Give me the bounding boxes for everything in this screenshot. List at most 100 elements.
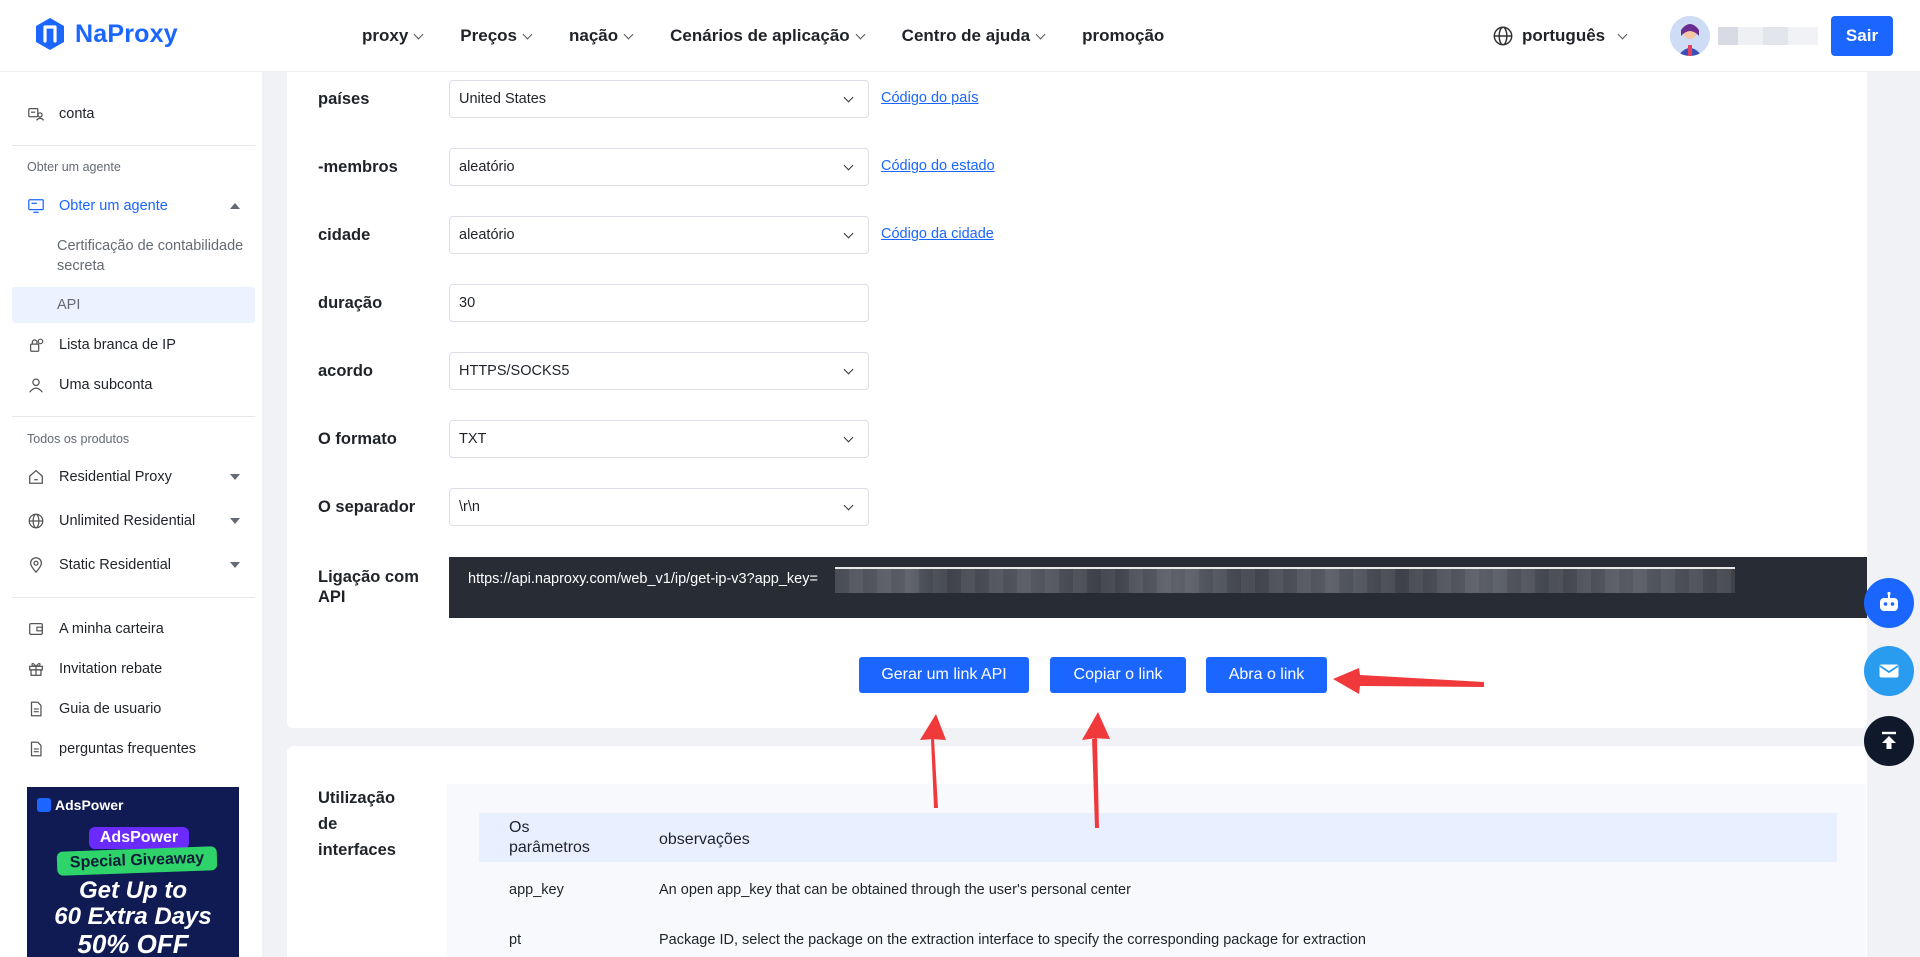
state-select[interactable]: aleatório — [449, 148, 869, 186]
ad-pill: AdsPower — [89, 827, 189, 849]
table-row-note: An open app_key that can be obtained thr… — [659, 882, 1131, 898]
chevron-down-icon — [843, 432, 854, 443]
sidebar-item-label: Invitation rebate — [59, 661, 163, 677]
sidebar-item-wallet[interactable]: A minha carteira — [12, 611, 255, 647]
city-code-link[interactable]: Código da cidade — [881, 226, 994, 242]
gift-icon — [29, 662, 43, 676]
naproxy-logo-icon — [36, 18, 64, 50]
main-nav: proxy Preços nação Cenários de aplicação… — [362, 0, 1202, 72]
separator-label: O separador — [318, 498, 416, 516]
sidebar-item-label: perguntas frequentes — [59, 741, 197, 757]
nav-scenarios[interactable]: Cenários de aplicação — [670, 26, 866, 46]
sidebar-item-account[interactable]: conta — [12, 96, 255, 132]
nav-proxy[interactable]: proxy — [362, 26, 424, 46]
document-icon — [30, 741, 42, 757]
sidebar-item-label: Guia de usuario — [59, 701, 162, 717]
ad-line-1: Get Up to — [79, 877, 187, 904]
state-label: -membros — [318, 158, 398, 176]
logout-button[interactable]: Sair — [1831, 16, 1893, 56]
protocol-select[interactable]: HTTPS/SOCKS5 — [449, 352, 869, 390]
username-masked — [1718, 27, 1818, 45]
home-icon — [29, 469, 43, 484]
lock-icon — [29, 338, 44, 352]
sidebar-item-secret-cert[interactable]: Certificação de contabilidade secreta — [12, 234, 255, 278]
generate-api-link-button[interactable]: Gerar um link API — [859, 657, 1029, 693]
globe-icon — [28, 513, 44, 529]
country-select[interactable]: United States — [449, 80, 869, 118]
table-row-param: app_key — [509, 882, 564, 898]
caret-down-icon — [230, 518, 240, 524]
sidebar-item-label: Lista branca de IP — [59, 337, 176, 353]
column-header-params: Os parâmetros — [509, 819, 590, 856]
duration-input[interactable]: 30 — [449, 284, 869, 322]
sidebar-item-label: Certificação de contabilidade secreta — [57, 238, 244, 274]
arrow-to-top-icon — [1882, 731, 1896, 749]
monitor-icon — [28, 199, 44, 213]
copy-link-button[interactable]: Copiar o link — [1050, 657, 1186, 693]
interface-usage-title: Utilização de interfaces — [318, 789, 396, 859]
ad-giveaway: Special Giveaway — [56, 846, 218, 876]
sidebar-item-label: Uma subconta — [59, 377, 153, 393]
chevron-down-icon — [843, 228, 854, 239]
brand-name: NaProxy — [75, 19, 178, 48]
chevron-down-icon — [522, 29, 533, 39]
table-row-param: pt — [509, 932, 522, 948]
brand-logo[interactable]: NaProxy — [32, 16, 178, 52]
robot-icon — [1880, 591, 1898, 611]
format-select[interactable]: TXT — [449, 420, 869, 458]
nav-pricing[interactable]: Preços — [460, 26, 533, 46]
sidebar-divider — [12, 597, 255, 598]
caret-up-icon — [230, 203, 240, 209]
protocol-label: acordo — [318, 362, 374, 380]
nav-nation[interactable]: nação — [569, 26, 634, 46]
state-code-link[interactable]: Código do estado — [881, 158, 995, 174]
sidebar-item-faq[interactable]: perguntas frequentes — [12, 731, 255, 767]
ad-line-2: 60 Extra Days — [54, 903, 212, 930]
sidebar-item-label: Unlimited Residential — [59, 513, 196, 529]
sidebar-item-static-residential[interactable]: Static Residential — [12, 547, 255, 583]
nav-help-center[interactable]: Centro de ajuda — [902, 26, 1046, 46]
globe-icon — [1493, 26, 1513, 46]
adspower-promo-banner[interactable]: AdsPower AdsPower Special Giveaway Get U… — [27, 787, 239, 957]
sidebar-item-api[interactable]: API — [12, 287, 255, 323]
chevron-down-icon — [1035, 29, 1046, 39]
sidebar-item-ip-whitelist[interactable]: Lista branca de IP — [12, 327, 255, 363]
chevron-down-icon — [843, 500, 854, 511]
adspower-logo-icon — [37, 798, 51, 812]
user-avatar-icon — [1670, 16, 1710, 56]
country-code-link[interactable]: Código do país — [881, 90, 979, 106]
avatar[interactable] — [1670, 16, 1710, 56]
sidebar-item-unlimited-residential[interactable]: Unlimited Residential — [12, 503, 255, 539]
open-link-button[interactable]: Abra o link — [1206, 657, 1327, 693]
caret-down-icon — [230, 474, 240, 480]
api-link-label: Ligação com API — [318, 568, 419, 606]
sidebar-item-label: A minha carteira — [59, 621, 164, 637]
sidebar-item-subaccount[interactable]: Uma subconta — [12, 367, 255, 403]
caret-down-icon — [230, 562, 240, 568]
top-header: NaProxy proxy Preços nação Cenários de a… — [0, 0, 1920, 72]
sidebar-item-label: Residential Proxy — [59, 469, 172, 485]
sidebar-item-label: conta — [59, 106, 95, 122]
sidebar-item-label: API — [57, 297, 81, 313]
location-pin-icon — [29, 557, 43, 574]
sidebar-divider — [12, 145, 255, 146]
sidebar-item-invitation-rebate[interactable]: Invitation rebate — [12, 651, 255, 687]
sidebar-item-user-guide[interactable]: Guia de usuario — [12, 691, 255, 727]
sidebar-group-products: Todos os produtos — [27, 432, 130, 446]
separator-select[interactable]: \r\n — [449, 488, 869, 526]
chevron-down-icon — [843, 160, 854, 171]
sidebar-item-get-agent[interactable]: Obter um agente — [12, 188, 255, 224]
nav-promotion[interactable]: promoção — [1082, 26, 1164, 46]
chatbot-button[interactable] — [1864, 578, 1914, 628]
back-to-top-button[interactable] — [1864, 716, 1914, 766]
account-icon — [28, 107, 45, 121]
chevron-down-icon — [623, 29, 634, 39]
user-icon — [29, 378, 43, 393]
sidebar-item-residential-proxy[interactable]: Residential Proxy — [12, 459, 255, 495]
chevron-down-icon — [843, 364, 854, 375]
contact-email-button[interactable] — [1864, 646, 1914, 696]
language-selector[interactable]: português — [1492, 0, 1628, 72]
ad-line-3: 50% OFF — [77, 929, 189, 957]
language-label: português — [1522, 26, 1606, 45]
city-select[interactable]: aleatório — [449, 216, 869, 254]
